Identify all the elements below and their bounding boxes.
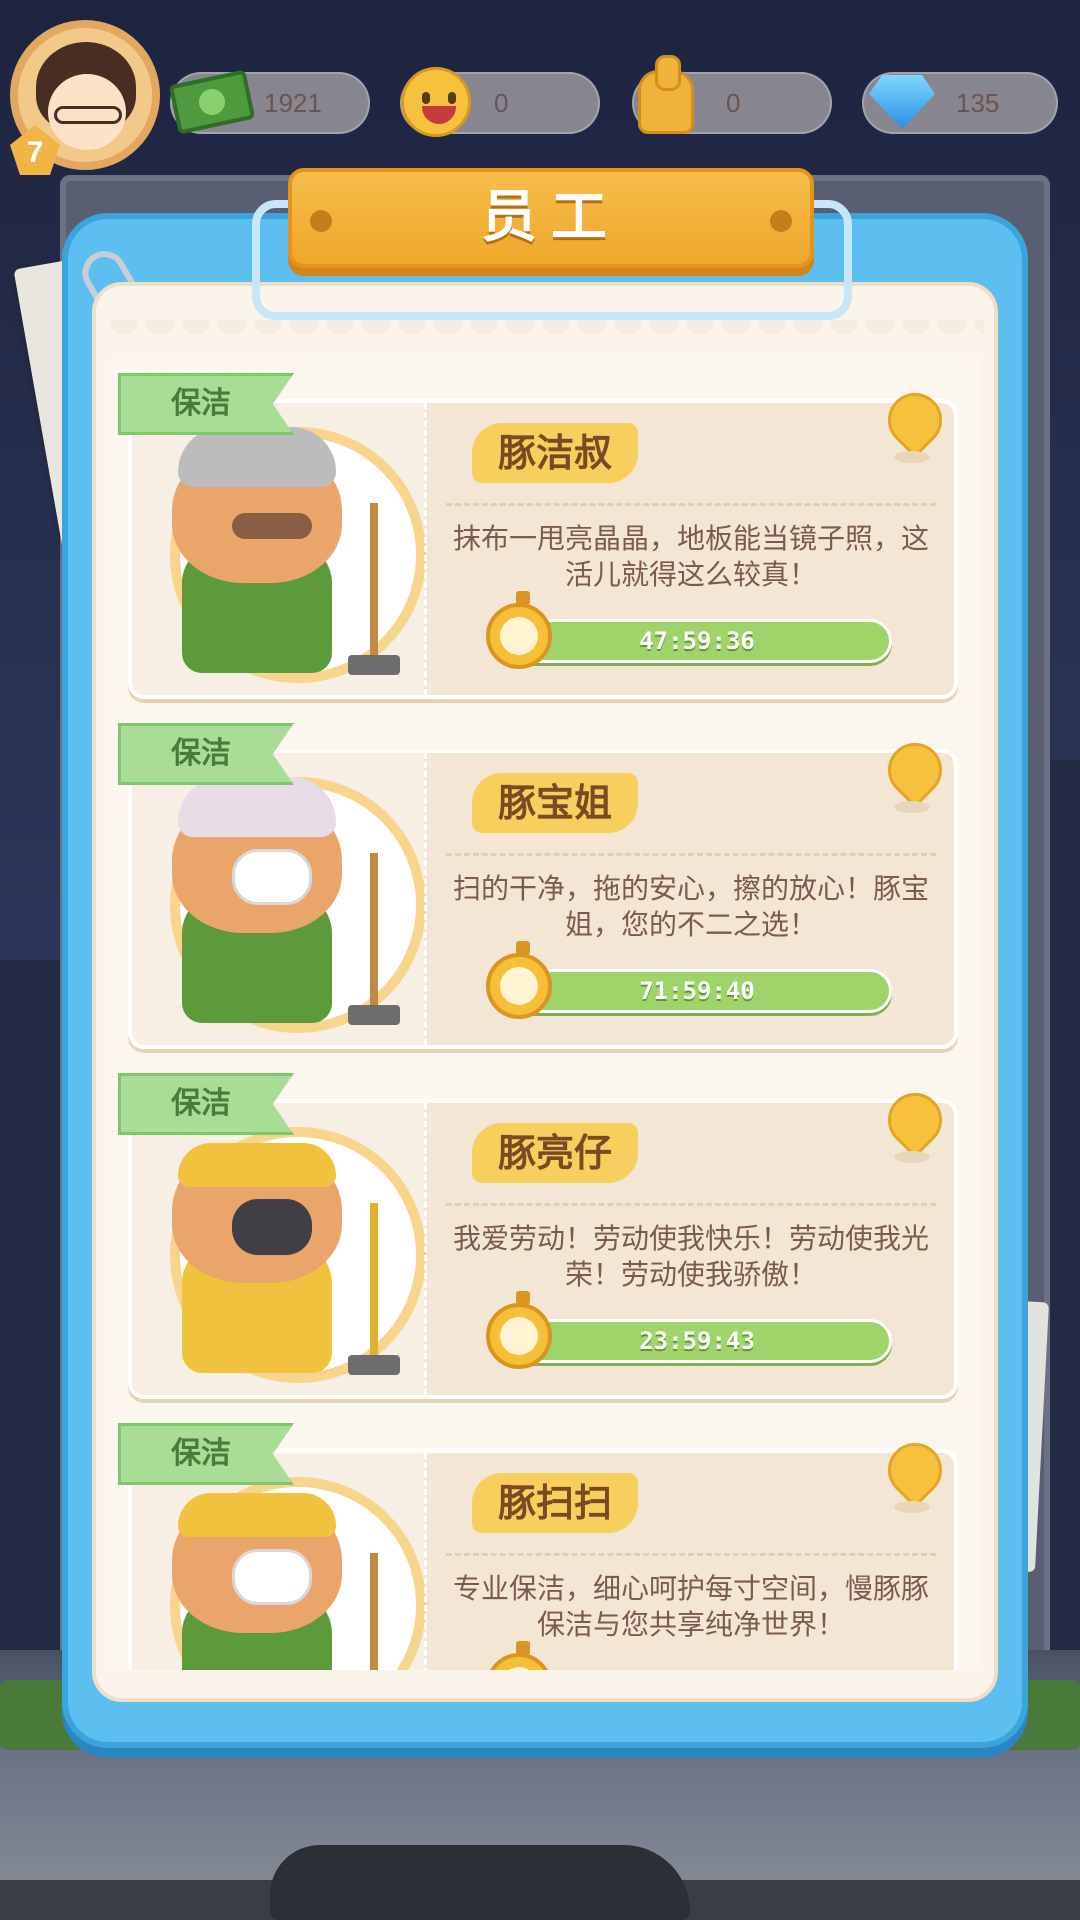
location-pin-icon[interactable]	[884, 1443, 940, 1517]
smile-icon	[392, 62, 480, 142]
mop-handle	[370, 1203, 378, 1363]
employee-description: 抹布一甩亮晶晶，地板能当镜子照，这活儿就得这么较真！	[452, 522, 929, 591]
employee-info: 豚洁叔 抹布一甩亮晶晶，地板能当镜子照，这活儿就得这么较真！ 47:59:36	[432, 403, 952, 695]
employee-description: 专业保洁，细心呵护每寸空间，慢豚豚保洁与您共享纯净世界！	[452, 1572, 929, 1641]
employee-name: 豚洁叔	[472, 423, 639, 483]
card-divider	[424, 1103, 430, 1395]
employee-description: 我爱劳动！劳动使我快乐！劳动使我光荣！劳动使我骄傲！	[452, 1222, 929, 1291]
location-pin-icon[interactable]	[884, 1093, 940, 1167]
role-tag: 保洁	[118, 373, 294, 435]
contract-timer-bar: 47:59:36	[502, 619, 892, 663]
employee-info: 豚宝姐 扫的干净，拖的安心，擦的放心！豚宝姐，您的不二之选！ 71:59:40	[432, 753, 952, 1045]
employee-portrait	[132, 753, 426, 1045]
employee-card[interactable]: 保洁 豚扫扫 专业保洁，细心呵护每寸空间，慢豚豚保洁与您共享纯净世界！	[118, 1423, 958, 1670]
character-face-mask	[232, 1199, 312, 1255]
stopwatch-icon	[486, 1641, 552, 1670]
employee-name: 豚亮仔	[472, 1123, 639, 1183]
stopwatch-icon	[486, 1291, 552, 1369]
employee-portrait	[132, 403, 426, 695]
divider-line	[446, 503, 936, 506]
stopwatch-icon	[486, 591, 552, 669]
contract-timer-bar: 71:59:40	[502, 969, 892, 1013]
employee-info: 豚亮仔 我爱劳动！劳动使我快乐！劳动使我光荣！劳动使我骄傲！ 23:59:43	[432, 1103, 952, 1395]
divider-line	[446, 1203, 936, 1206]
employee-card[interactable]: 保洁 豚宝姐 扫的干净，拖的安心，擦的放心！豚宝姐，您的不二之选！ 71:59:…	[118, 723, 958, 1049]
character-face-mask	[232, 849, 312, 905]
panel-scallop-edge	[106, 320, 984, 356]
bolt-icon	[770, 210, 792, 232]
employee-name: 豚扫扫	[472, 1473, 639, 1533]
background-car	[270, 1845, 690, 1920]
location-pin-icon[interactable]	[884, 393, 940, 467]
character-cap	[178, 1493, 336, 1537]
stopwatch-icon	[486, 941, 552, 1019]
employee-card[interactable]: 保洁 豚洁叔 抹布一甩亮晶晶，地板能当镜子照，这活儿就得这么较真！ 47:59:…	[118, 373, 958, 699]
card-divider	[424, 1453, 430, 1670]
employee-name: 豚宝姐	[472, 773, 639, 833]
mop-head	[348, 655, 400, 675]
contract-timer-bar: 23:59:43	[502, 1319, 892, 1363]
panel-title-text: 员工	[481, 185, 621, 250]
role-tag: 保洁	[118, 1073, 294, 1135]
mop-handle	[370, 853, 378, 1013]
mop-head	[348, 1355, 400, 1375]
employee-info: 豚扫扫 专业保洁，细心呵护每寸空间，慢豚豚保洁与您共享纯净世界！	[432, 1453, 952, 1670]
employee-card[interactable]: 保洁 豚亮仔 我爱劳动！劳动使我快乐！劳动使我光荣！劳动使我骄傲！ 23:59:…	[118, 1073, 958, 1399]
role-tag: 保洁	[118, 723, 294, 785]
employee-list[interactable]: 保洁 豚洁叔 抹布一甩亮晶晶，地板能当镜子照，这活儿就得这么较真！ 47:59:…	[110, 355, 980, 1670]
employee-portrait	[132, 1103, 426, 1395]
character-hair	[178, 777, 336, 837]
location-pin-icon[interactable]	[884, 743, 940, 817]
employee-portrait	[132, 1453, 426, 1670]
divider-line	[446, 1553, 936, 1556]
avatar-glasses	[54, 106, 122, 124]
mop-handle	[370, 1553, 378, 1670]
card-divider	[424, 753, 430, 1045]
background-skyline	[0, 960, 60, 1660]
character-cap	[178, 1143, 336, 1187]
diamond-icon	[858, 62, 946, 142]
role-tag: 保洁	[118, 1423, 294, 1485]
character-hair	[178, 427, 336, 487]
character-face-mask	[232, 1549, 312, 1605]
mop-head	[348, 1005, 400, 1025]
bolt-icon	[310, 210, 332, 232]
employee-description: 扫的干净，拖的安心，擦的放心！豚宝姐，您的不二之选！	[452, 872, 929, 941]
mop-handle	[370, 503, 378, 663]
thumbs-up-icon	[622, 55, 710, 142]
panel-title: 员工	[288, 168, 814, 268]
divider-line	[446, 853, 936, 856]
card-divider	[424, 403, 430, 695]
cash-icon	[168, 62, 256, 142]
character-mustache	[232, 513, 312, 539]
